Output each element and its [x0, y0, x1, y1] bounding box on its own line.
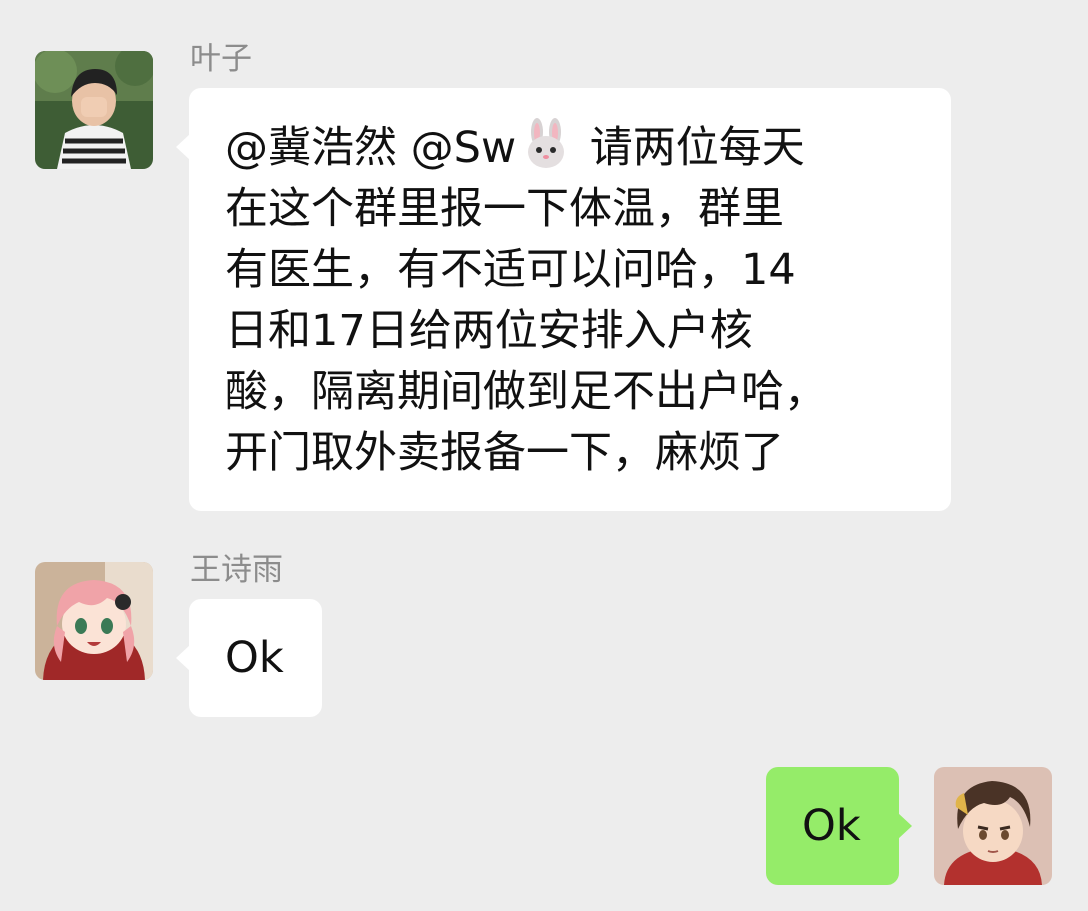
avatar-self[interactable]: [934, 767, 1052, 885]
person-photo-icon: [35, 51, 153, 169]
sender-name: 王诗雨: [190, 552, 283, 588]
message-bubble[interactable]: @冀浩然 @Sw 请两位每天 在这个群里报一下体温，群里 有医生，有不适可以问哈…: [176, 88, 951, 511]
message-text: Ok: [225, 633, 284, 683]
message-text: @冀浩然 @Sw 请两位每天 在这个群里报一下体温，群里 有医生，有不适可以问哈…: [225, 118, 917, 484]
message-bubble[interactable]: Ok: [176, 599, 322, 717]
avatar-yezi[interactable]: [35, 51, 153, 169]
anime-girl-avatar-icon: [35, 562, 153, 680]
sender-name: 叶子: [190, 41, 252, 77]
anime-boy-avatar-icon: [934, 767, 1052, 885]
message-text: Ok: [802, 801, 861, 851]
message-bubble-own[interactable]: Ok: [766, 767, 912, 885]
avatar-wangshiyu[interactable]: [35, 562, 153, 680]
rabbit-face-icon: [520, 118, 572, 170]
